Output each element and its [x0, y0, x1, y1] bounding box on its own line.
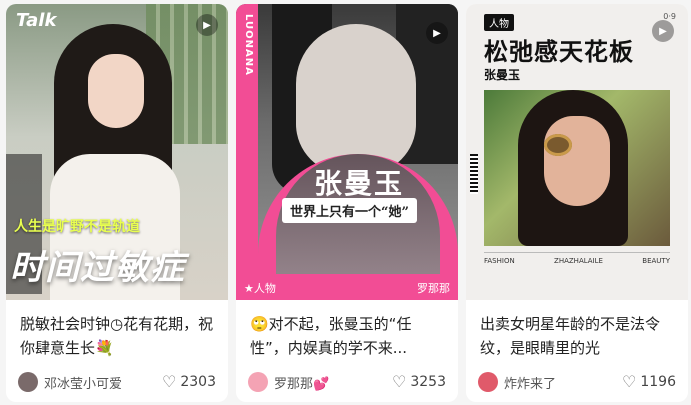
like-button[interactable]: ♡ 2303	[162, 372, 216, 391]
barcode-decoration	[470, 154, 478, 194]
cover-headline: 松弛感天花板	[484, 38, 634, 66]
note-title[interactable]: 出卖女明星年龄的不是法令纹，是眼睛里的光	[480, 312, 676, 360]
eyepatch	[544, 134, 572, 156]
note-card[interactable]: Talk ▶ 人生是旷野不是轨道 时间过敏症 脱敏社会时钟◷花有花期，祝你肆意生…	[6, 4, 228, 402]
cover-headline: 时间过敏症	[10, 248, 185, 288]
note-title[interactable]: 脱敏社会时钟◷花有花期，祝你肆意生长💐	[20, 312, 216, 360]
note-meta: 炸炸来了 ♡ 1196	[478, 370, 676, 394]
play-icon: ▶	[196, 14, 218, 36]
play-icon: ▶	[426, 22, 448, 44]
note-card[interactable]: 人物 0·9 松弛感天花板 张曼玉 FASHION ZHAZHALAILE BE…	[466, 4, 688, 402]
cover-subtitle: 世界上只有一个“她”	[282, 198, 417, 223]
like-button[interactable]: ♡ 3253	[392, 372, 446, 391]
heart-outline-icon: ♡	[392, 372, 407, 391]
footer-label: BEAUTY	[642, 257, 670, 265]
like-count: 3253	[410, 374, 446, 390]
author-name[interactable]: 邓冰莹小可爱	[44, 373, 162, 392]
note-card[interactable]: LUONANA 张曼玉 世界上只有一个“她” ★人物 罗那那 ▶ 🙄对不起，张曼…	[236, 4, 458, 402]
portrait-face	[88, 54, 144, 128]
cover-image[interactable]: 人物 0·9 松弛感天花板 张曼玉 FASHION ZHAZHALAILE BE…	[466, 4, 688, 300]
avatar[interactable]	[248, 372, 268, 392]
cover-tag-right: 罗那那	[417, 282, 450, 295]
cover-tag: Talk	[16, 10, 57, 31]
category-badge: 人物	[484, 14, 514, 31]
portrait-face	[296, 24, 416, 174]
portrait-face	[544, 116, 610, 206]
play-icon: ▶	[652, 20, 674, 42]
like-count: 2303	[180, 374, 216, 390]
note-meta: 邓冰莹小可爱 ♡ 2303	[18, 370, 216, 394]
cover-image[interactable]: LUONANA 张曼玉 世界上只有一个“她” ★人物 罗那那 ▶	[236, 4, 458, 300]
heart-outline-icon: ♡	[622, 372, 637, 391]
avatar[interactable]	[18, 372, 38, 392]
cover-tag-left: ★人物	[244, 282, 276, 295]
cover-subtitle: 人生是旷野不是轨道	[14, 219, 140, 235]
brand-vertical-text: LUONANA	[243, 14, 254, 76]
like-count: 1196	[640, 374, 676, 390]
cover-subtitle: 张曼玉	[484, 68, 521, 82]
cover-image[interactable]: Talk ▶ 人生是旷野不是轨道 时间过敏症	[6, 4, 228, 300]
footer-label: FASHION	[484, 257, 515, 265]
footer-label: ZHAZHALAILE	[554, 257, 603, 265]
note-title[interactable]: 🙄对不起，张曼玉的“任性”，内娱真的学不来...	[250, 312, 446, 360]
author-name[interactable]: 炸炸来了	[504, 373, 622, 392]
portrait-photo	[484, 90, 670, 246]
avatar[interactable]	[478, 372, 498, 392]
cover-headline: 张曼玉	[314, 167, 405, 200]
note-meta: 罗那那💕 ♡ 3253	[248, 370, 446, 394]
magazine-footer: FASHION ZHAZHALAILE BEAUTY	[484, 252, 670, 265]
author-name[interactable]: 罗那那💕	[274, 373, 392, 392]
heart-outline-icon: ♡	[162, 372, 177, 391]
like-button[interactable]: ♡ 1196	[622, 372, 676, 391]
